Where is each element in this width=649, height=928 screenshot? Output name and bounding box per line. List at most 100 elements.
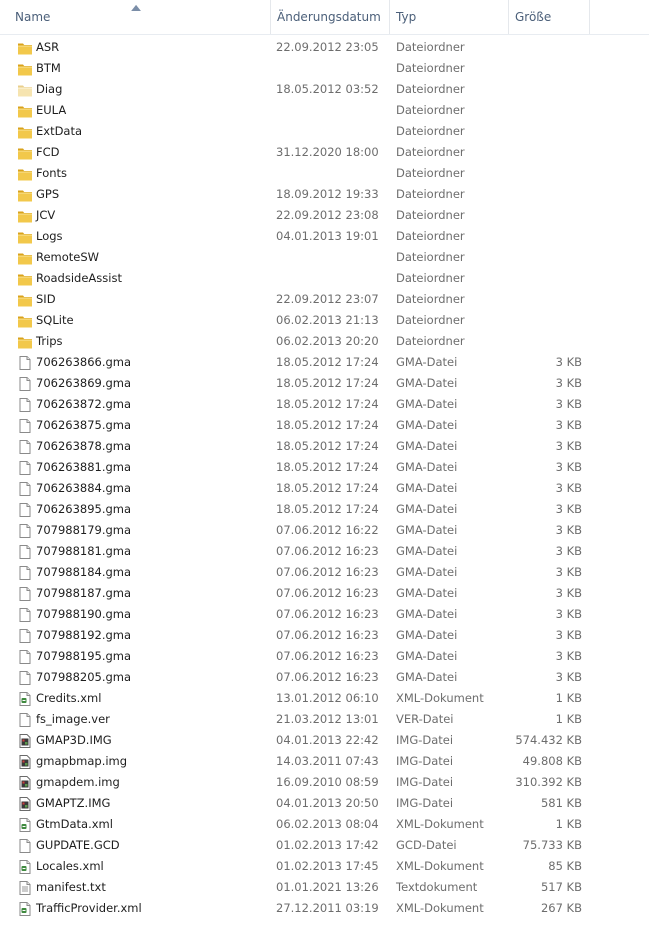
file-type: IMG-Datei — [396, 796, 454, 810]
file-type: GMA-Datei — [396, 355, 458, 369]
file-row[interactable]: 707988190.gma 07.06.2012 16:23 GMA-Datei 3 … — [0, 604, 649, 625]
file-date: 06.02.2013 20:20 — [276, 334, 379, 348]
file-row[interactable]: gmapdem.img 16.09.2010 08:59 IMG-Datei 310.… — [0, 772, 649, 793]
file-size: 517 KB — [540, 880, 582, 894]
file-size: 3 KB — [555, 565, 582, 579]
file-row[interactable]: Locales.xml 01.02.2013 17:45 XML-Dokument 8… — [0, 856, 649, 877]
file-type: Dateiordner — [396, 103, 465, 117]
file-name: 707988187.gma — [36, 586, 132, 600]
file-row[interactable]: GPS 18.09.2012 19:33 Dateiordner — [0, 184, 649, 205]
file-type: GMA-Datei — [396, 628, 458, 642]
file-date: 04.01.2013 20:50 — [276, 796, 379, 810]
file-type: GMA-Datei — [396, 397, 458, 411]
file-name: GPS — [36, 187, 60, 201]
folder-icon — [17, 40, 33, 56]
file-row[interactable]: SID 22.09.2012 23:07 Dateiordner — [0, 289, 649, 310]
file-row[interactable]: 706263866.gma 18.05.2012 17:24 GMA-Datei 3 … — [0, 352, 649, 373]
file-name: SQLite — [36, 313, 74, 327]
file-row[interactable]: 707988195.gma 07.06.2012 16:23 GMA-Datei 3 … — [0, 646, 649, 667]
file-row[interactable]: ASR 22.09.2012 23:05 Dateiordner — [0, 37, 649, 58]
file-icon — [17, 586, 33, 602]
file-size: 3 KB — [555, 649, 582, 663]
file-row[interactable]: ExtData Dateiordner — [0, 121, 649, 142]
file-date: 18.05.2012 17:24 — [276, 460, 379, 474]
file-size: 1 KB — [555, 712, 582, 726]
file-size: 3 KB — [555, 439, 582, 453]
file-row[interactable]: SQLite 06.02.2013 21:13 Dateiordner — [0, 310, 649, 331]
file-row[interactable]: JCV 22.09.2012 23:08 Dateiordner — [0, 205, 649, 226]
column-header-name[interactable]: ▲ Name — [0, 0, 271, 34]
file-size: 3 KB — [555, 481, 582, 495]
file-row[interactable]: EULA Dateiordner — [0, 100, 649, 121]
file-row[interactable]: manifest.txt 01.01.2021 13:26 Textdokument… — [0, 877, 649, 898]
file-type: Dateiordner — [396, 334, 465, 348]
file-row[interactable]: 706263872.gma 18.05.2012 17:24 GMA-Datei 3 … — [0, 394, 649, 415]
file-row[interactable]: 707988184.gma 07.06.2012 16:23 GMA-Datei 3 … — [0, 562, 649, 583]
file-row[interactable]: 707988187.gma 07.06.2012 16:23 GMA-Datei 3 … — [0, 583, 649, 604]
file-name: ExtData — [36, 124, 83, 138]
file-row[interactable]: 707988179.gma 07.06.2012 16:22 GMA-Datei 3 … — [0, 520, 649, 541]
column-header-date[interactable]: Änderungsdatum — [271, 0, 390, 34]
file-type: GMA-Datei — [396, 376, 458, 390]
file-row[interactable]: Credits.xml 13.01.2012 06:10 XML-Dokument 1… — [0, 688, 649, 709]
file-row[interactable]: 706263878.gma 18.05.2012 17:24 GMA-Datei 3 … — [0, 436, 649, 457]
file-name: 706263884.gma — [36, 481, 132, 495]
file-type: XML-Dokument — [396, 817, 484, 831]
file-date: 04.01.2013 19:01 — [276, 229, 379, 243]
file-name: 707988195.gma — [36, 649, 132, 663]
xml-document-icon — [17, 817, 33, 833]
file-size: 85 KB — [548, 859, 582, 873]
file-row[interactable]: TrafficProvider.xml 27.12.2011 03:19 XML-D… — [0, 898, 649, 919]
file-size: 3 KB — [555, 670, 582, 684]
file-type: GMA-Datei — [396, 502, 458, 516]
file-row[interactable]: Logs 04.01.2013 19:01 Dateiordner — [0, 226, 649, 247]
column-header-type[interactable]: Typ — [390, 0, 509, 34]
file-row[interactable]: 706263895.gma 18.05.2012 17:24 GMA-Datei 3 … — [0, 499, 649, 520]
file-name: gmapdem.img — [36, 775, 120, 789]
file-row[interactable]: 706263875.gma 18.05.2012 17:24 GMA-Datei 3 … — [0, 415, 649, 436]
file-row[interactable]: GUPDATE.GCD 01.02.2013 17:42 GCD-Datei 75.7… — [0, 835, 649, 856]
file-name: 706263869.gma — [36, 376, 132, 390]
file-row[interactable]: 707988181.gma 07.06.2012 16:23 GMA-Datei 3 … — [0, 541, 649, 562]
file-row[interactable]: 706263884.gma 18.05.2012 17:24 GMA-Datei 3 … — [0, 478, 649, 499]
file-size: 3 KB — [555, 397, 582, 411]
file-name: 706263878.gma — [36, 439, 132, 453]
file-row[interactable]: Fonts Dateiordner — [0, 163, 649, 184]
file-row[interactable]: fs_image.ver 21.03.2012 13:01 VER-Datei 1 K… — [0, 709, 649, 730]
folder-icon — [17, 334, 33, 350]
file-row[interactable]: gmapbmap.img 14.03.2011 07:43 IMG-Datei 49.… — [0, 751, 649, 772]
column-header-size[interactable]: Größe — [509, 0, 590, 34]
file-row[interactable]: GMAP3D.IMG 04.01.2013 22:42 IMG-Datei 574.4… — [0, 730, 649, 751]
file-row[interactable]: BTM Dateiordner — [0, 58, 649, 79]
file-type: GMA-Datei — [396, 523, 458, 537]
file-row[interactable]: Diag 18.05.2012 03:52 Dateiordner — [0, 79, 649, 100]
file-type: Textdokument — [396, 880, 478, 894]
file-row[interactable]: RemoteSW Dateiordner — [0, 247, 649, 268]
file-row[interactable]: GtmData.xml 06.02.2013 08:04 XML-Dokument 1… — [0, 814, 649, 835]
file-row[interactable]: FCD 31.12.2020 18:00 Dateiordner — [0, 142, 649, 163]
folder-icon — [17, 208, 33, 224]
file-type: Dateiordner — [396, 166, 465, 180]
file-type: GMA-Datei — [396, 418, 458, 432]
file-date: 18.05.2012 17:24 — [276, 418, 379, 432]
file-row[interactable]: 707988192.gma 07.06.2012 16:23 GMA-Datei 3 … — [0, 625, 649, 646]
file-date: 27.12.2011 03:19 — [276, 901, 379, 915]
folder-icon — [17, 313, 33, 329]
file-type: IMG-Datei — [396, 733, 454, 747]
file-icon — [17, 523, 33, 539]
file-row[interactable]: Trips 06.02.2013 20:20 Dateiordner — [0, 331, 649, 352]
file-row[interactable]: 707988205.gma 07.06.2012 16:23 GMA-Datei 3 … — [0, 667, 649, 688]
file-size: 3 KB — [555, 586, 582, 600]
file-size: 574.432 KB — [515, 733, 582, 747]
file-date: 07.06.2012 16:23 — [276, 649, 379, 663]
file-row[interactable]: RoadsideAssist Dateiordner — [0, 268, 649, 289]
file-row[interactable]: 706263881.gma 18.05.2012 17:24 GMA-Datei 3 … — [0, 457, 649, 478]
file-type: GMA-Datei — [396, 460, 458, 474]
file-date: 22.09.2012 23:08 — [276, 208, 379, 222]
file-row[interactable]: 706263869.gma 18.05.2012 17:24 GMA-Datei 3 … — [0, 373, 649, 394]
file-name: 706263895.gma — [36, 502, 132, 516]
file-row[interactable]: GMAPTZ.IMG 04.01.2013 20:50 IMG-Datei 581 K… — [0, 793, 649, 814]
text-document-icon — [17, 880, 33, 896]
file-date: 16.09.2010 08:59 — [276, 775, 379, 789]
file-type: Dateiordner — [396, 61, 465, 75]
